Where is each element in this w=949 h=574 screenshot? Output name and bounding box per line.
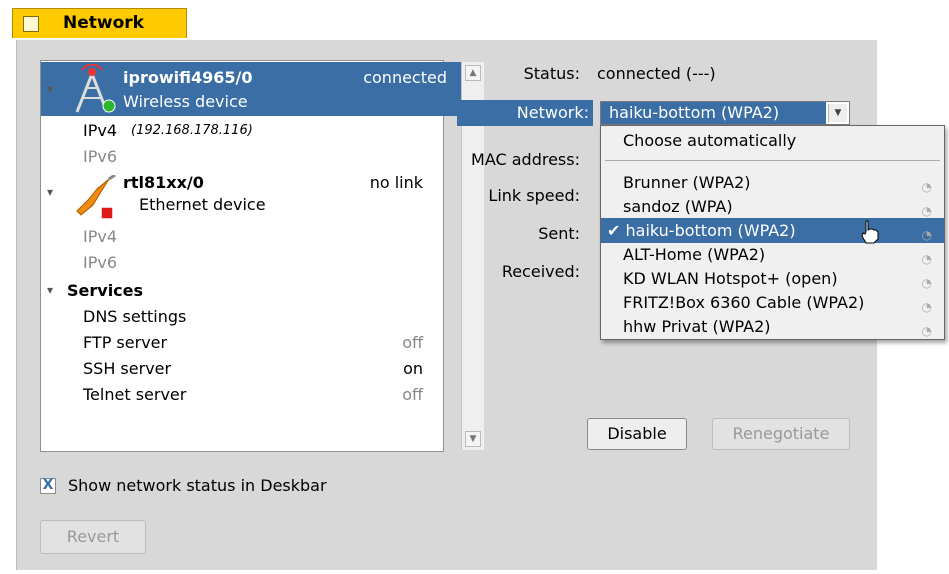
menu-item-network[interactable]: KD WLAN Hotspot+ (open) ◔: [601, 266, 944, 291]
menu-item-network[interactable]: Brunner (WPA2) ◔: [601, 170, 944, 195]
network-name: KD WLAN Hotspot+ (open): [623, 269, 838, 288]
service-state: off: [402, 333, 423, 352]
service-name: DNS settings: [83, 307, 187, 326]
list-item-ipv6[interactable]: IPv6: [41, 147, 461, 169]
network-label-box: Network:: [457, 100, 593, 126]
wifi-signal-icon: ◔: [921, 324, 932, 338]
menu-item-choose-automatically[interactable]: Choose automatically: [601, 128, 944, 153]
list-item-services[interactable]: ▾ Services: [41, 281, 461, 303]
list-item-ipv4[interactable]: IPv4: [41, 227, 461, 249]
menu-item-network[interactable]: sandoz (WPA) ◔: [601, 194, 944, 219]
link-speed-label: Link speed:: [488, 186, 580, 205]
network-name: ALT-Home (WPA2): [623, 245, 766, 264]
service-item[interactable]: DNS settings: [41, 307, 461, 329]
checkmark-icon: ✔: [607, 221, 621, 240]
interface-list[interactable]: ▾ iprowifi4965/0 connected Wireless devi…: [40, 60, 484, 452]
service-item[interactable]: Telnet server off: [41, 385, 461, 407]
deskbar-checkbox-label: Show network status in Deskbar: [68, 476, 327, 495]
services-header: Services: [67, 281, 144, 300]
menu-item-network[interactable]: FRITZ!Box 6360 Cable (WPA2) ◔: [601, 290, 944, 315]
ipv4-label: IPv4: [83, 227, 118, 246]
close-button[interactable]: [23, 16, 39, 32]
list-item-rtl81xx[interactable]: ▾ rtl81xx/0 no link Ethernet device: [41, 173, 461, 223]
ipv4-address: (192.168.178.116): [131, 123, 253, 138]
disable-button[interactable]: Disable: [587, 418, 687, 450]
hand-cursor-icon: [861, 220, 879, 244]
service-item[interactable]: SSH server on: [41, 359, 461, 381]
revert-button[interactable]: Revert: [40, 520, 146, 554]
interface-type: Ethernet device: [139, 195, 266, 214]
ipv6-label: IPv6: [83, 147, 118, 166]
status-value: connected (---): [597, 64, 716, 83]
network-name: Brunner (WPA2): [623, 173, 751, 192]
menu-item-network[interactable]: ALT-Home (WPA2) ◔: [601, 242, 944, 267]
menu-item-network-selected[interactable]: ✔ haiku-bottom (WPA2) ◔: [601, 218, 944, 244]
interface-type: Wireless device: [123, 92, 248, 111]
network-popup-menu[interactable]: Choose automatically Brunner (WPA2) ◔ san…: [600, 125, 945, 340]
service-name: SSH server: [83, 359, 172, 378]
network-name: FRITZ!Box 6360 Cable (WPA2): [623, 293, 865, 312]
chevron-down-icon[interactable]: ▼: [828, 104, 847, 122]
network-name: sandoz (WPA): [623, 197, 733, 216]
network-name: haiku-bottom (WPA2): [625, 221, 796, 240]
network-menu-value: haiku-bottom (WPA2): [601, 102, 826, 124]
network-label: Network:: [516, 103, 589, 122]
window-title: Network: [63, 13, 144, 33]
interface-name: rtl81xx/0: [123, 173, 204, 192]
service-item[interactable]: FTP server off: [41, 333, 461, 355]
collapse-icon[interactable]: ▾: [47, 283, 53, 297]
sent-label: Sent:: [538, 224, 580, 243]
ethernet-plug-icon: [76, 175, 116, 220]
list-item-ipv6[interactable]: IPv6: [41, 253, 461, 275]
ipv6-label: IPv6: [83, 253, 118, 272]
interface-state: connected: [363, 68, 447, 87]
window-tab[interactable]: Network: [12, 8, 187, 38]
scroll-down-icon[interactable]: ▼: [465, 431, 481, 447]
collapse-icon[interactable]: ▾: [47, 185, 53, 199]
interface-name: iprowifi4965/0: [123, 68, 253, 87]
service-name: FTP server: [83, 333, 168, 352]
collapse-icon[interactable]: ▾: [47, 82, 53, 96]
network-name: hhw Privat (WPA2): [623, 317, 771, 336]
mac-label: MAC address:: [471, 150, 580, 169]
status-label: Status:: [523, 64, 580, 83]
received-label: Received:: [501, 262, 580, 281]
deskbar-checkbox[interactable]: X: [40, 478, 56, 494]
service-state: on: [403, 359, 423, 378]
menu-item-network[interactable]: hhw Privat (WPA2) ◔: [601, 314, 944, 339]
service-state: off: [402, 385, 423, 404]
ipv4-label: IPv4: [83, 121, 118, 140]
renegotiate-button[interactable]: Renegotiate: [712, 418, 850, 450]
menu-separator: [605, 160, 940, 161]
service-name: Telnet server: [83, 385, 187, 404]
interface-state: no link: [369, 173, 423, 192]
wireless-tower-icon: [75, 64, 116, 113]
list-item-ipv4[interactable]: IPv4 (192.168.178.116): [41, 121, 461, 143]
network-menu-field[interactable]: haiku-bottom (WPA2) ▼: [600, 101, 850, 125]
list-item-iprowifi[interactable]: ▾ iprowifi4965/0 connected Wireless devi…: [41, 62, 461, 116]
